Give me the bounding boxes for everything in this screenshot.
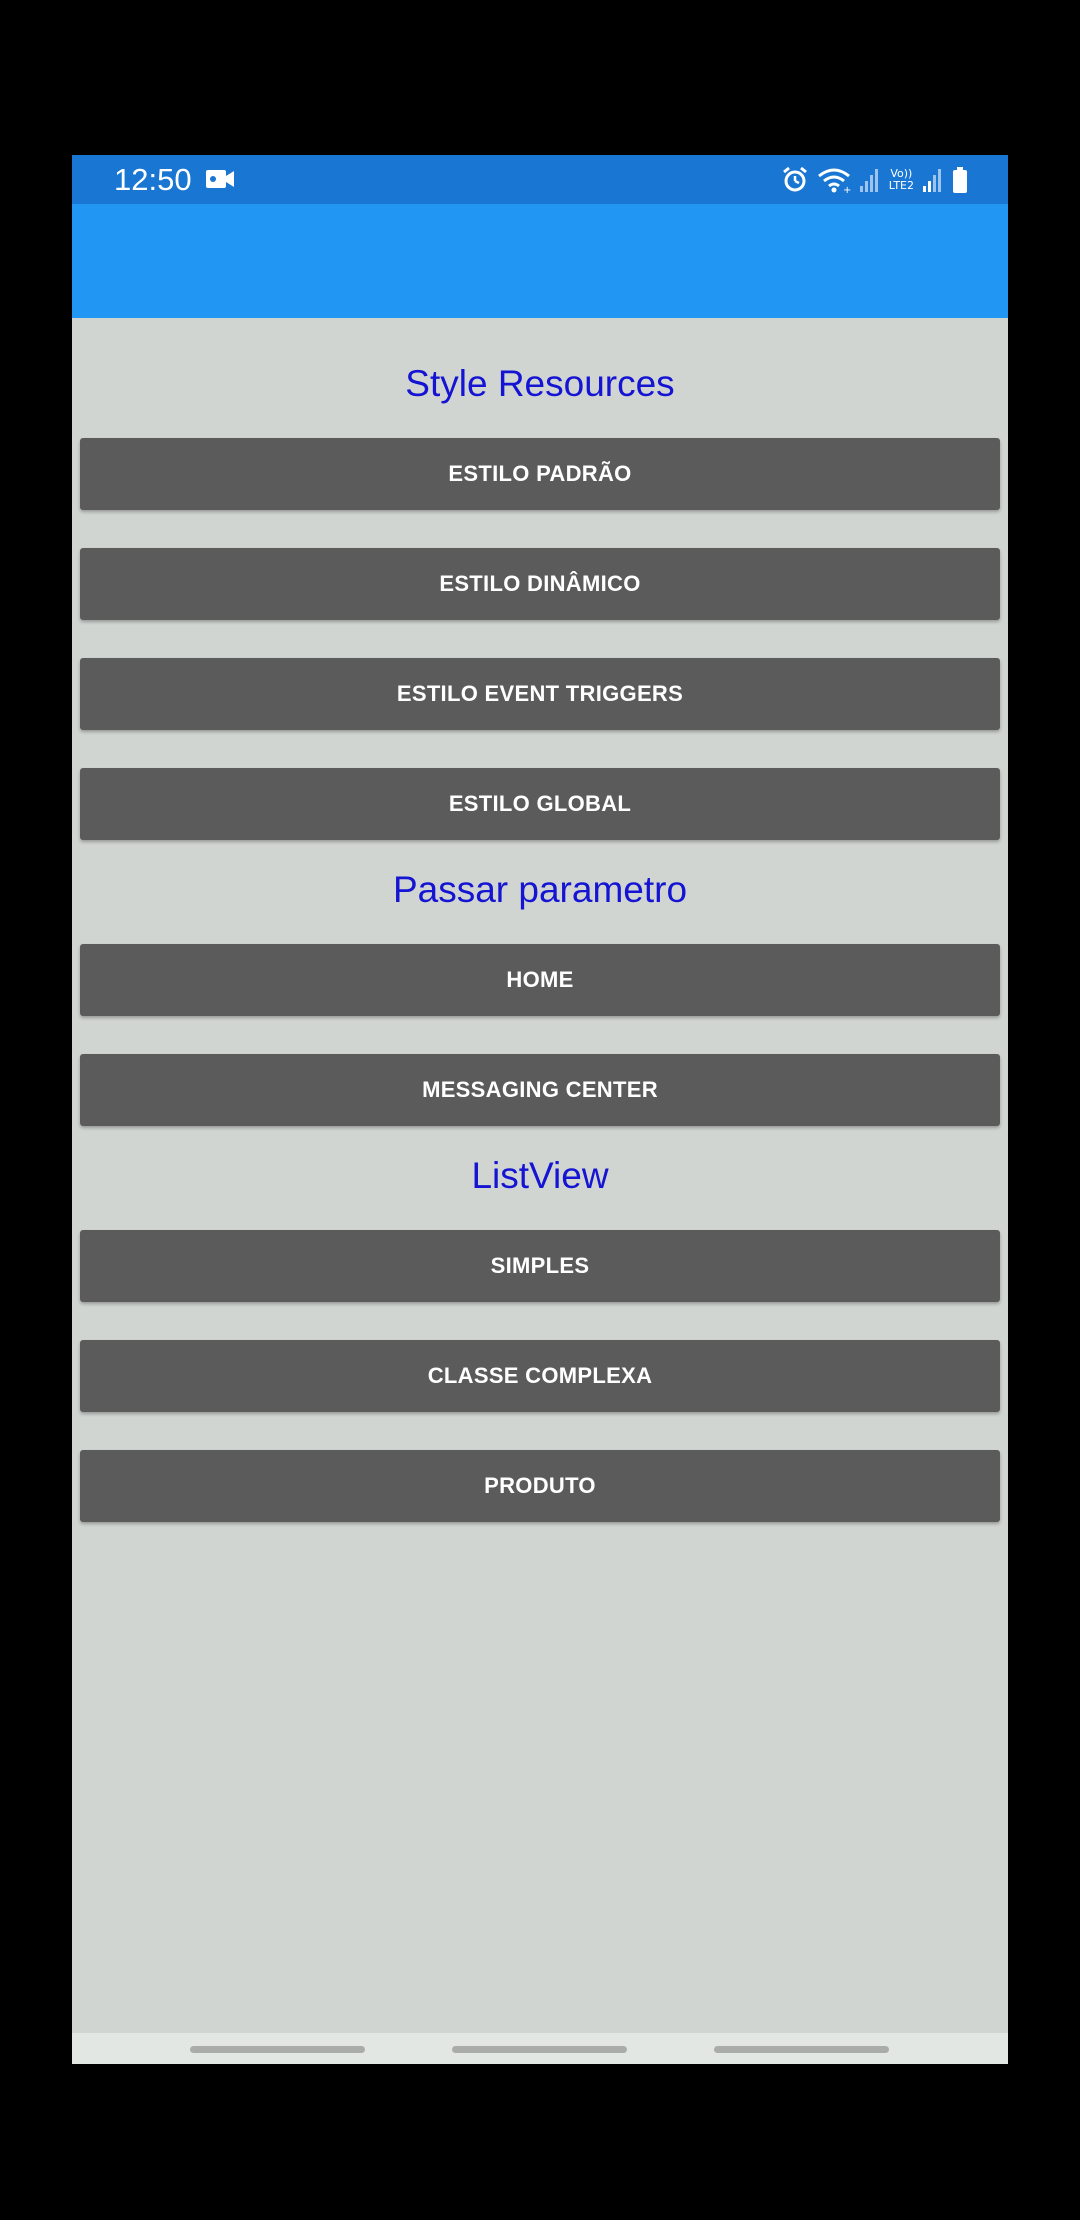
signal-icon xyxy=(859,169,878,192)
estilo-event-triggers-button[interactable]: ESTILO EVENT TRIGGERS xyxy=(80,658,1000,730)
section-title-style-resources: Style Resources xyxy=(405,363,675,404)
section-title-listview: ListView xyxy=(471,1155,609,1196)
alarm-icon xyxy=(782,166,807,192)
back-gesture-handle[interactable] xyxy=(714,2046,889,2053)
home-gesture-handle[interactable] xyxy=(452,2046,627,2053)
produto-button[interactable]: PRODUTO xyxy=(80,1450,1000,1522)
recent-apps-gesture-handle[interactable] xyxy=(190,2046,365,2053)
video-record-icon xyxy=(206,170,234,188)
status-icons: + Vo)) LTE2 xyxy=(781,165,968,195)
estilo-dinamico-button[interactable]: ESTILO DINÂMICO xyxy=(80,548,1000,620)
estilo-padrao-button[interactable]: ESTILO PADRÃO xyxy=(80,438,1000,510)
volte-lte2-icon: Vo)) LTE2 xyxy=(888,167,914,192)
estilo-global-button[interactable]: ESTILO GLOBAL xyxy=(80,768,1000,840)
classe-complexa-button[interactable]: CLASSE COMPLEXA xyxy=(80,1340,1000,1412)
messaging-center-button[interactable]: MESSAGING CENTER xyxy=(80,1054,1000,1126)
status-time: 12:50 xyxy=(114,162,192,197)
signal-icon xyxy=(923,169,941,192)
home-button[interactable]: HOME xyxy=(80,944,1000,1016)
gesture-nav-bar xyxy=(72,2033,1008,2064)
phone-screen: 12:50 + Vo)) LTE2 Style Resources ESTILO… xyxy=(72,155,1008,2064)
status-bar: 12:50 + Vo)) LTE2 xyxy=(72,155,1008,204)
simples-button[interactable]: SIMPLES xyxy=(80,1230,1000,1302)
battery-icon xyxy=(953,167,967,193)
app-bar xyxy=(72,204,1008,318)
section-title-passar-parametro: Passar parametro xyxy=(392,869,688,910)
wifi-icon: + xyxy=(817,168,851,194)
svg-text:+: + xyxy=(843,185,851,194)
